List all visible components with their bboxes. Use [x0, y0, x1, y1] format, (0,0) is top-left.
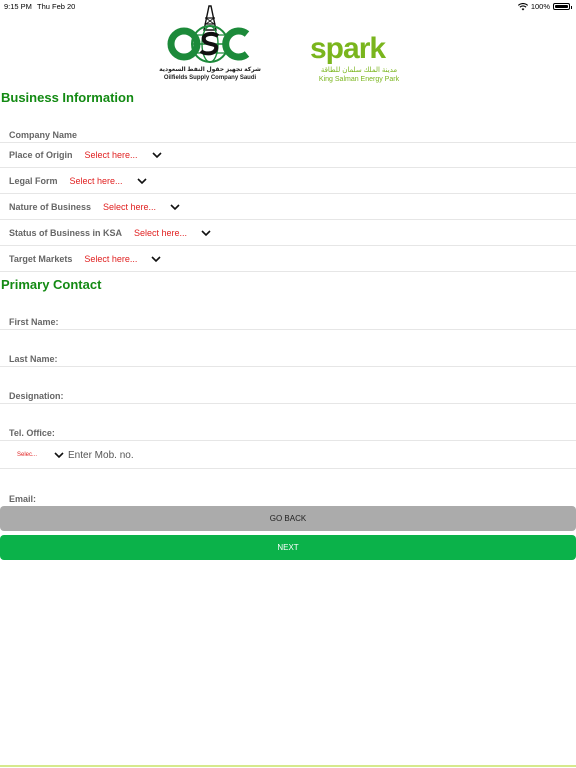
spark-wordmark: spark [310, 32, 386, 65]
status-of-business-label: Status of Business in KSA [9, 227, 123, 238]
nature-of-business-label: Nature of Business [9, 201, 92, 212]
spark-arabic-caption: مدينة الملك سلمان للطاقة [320, 67, 398, 74]
status-of-business-row[interactable]: Status of Business in KSA Select here... [0, 220, 576, 246]
first-name-field[interactable]: First Name: [0, 314, 576, 330]
chevron-down-icon[interactable] [201, 229, 211, 237]
place-of-origin-row[interactable]: Place of Origin Select here... [0, 142, 576, 168]
chevron-down-icon[interactable] [170, 203, 180, 211]
place-of-origin-select[interactable]: Select here... [85, 150, 138, 160]
legal-form-row[interactable]: Legal Form Select here... [0, 168, 576, 194]
chevron-down-icon[interactable] [151, 151, 162, 159]
header-logos: شركة تجهيز حقول النفط السعودية Oilfields… [0, 4, 576, 86]
designation-label: Designation: [9, 391, 64, 401]
spark-english-caption: King Salman Energy Park [318, 76, 400, 83]
legal-form-select[interactable]: Select here... [70, 176, 123, 186]
chevron-down-icon[interactable] [151, 255, 161, 263]
target-markets-label: Target Markets [9, 253, 73, 264]
mobile-number-input[interactable]: Enter Mob. no. [68, 450, 134, 461]
osc-english-caption: Oilfields Supply Company Saudi [163, 75, 257, 81]
country-code-select[interactable]: Selec... [17, 452, 37, 458]
mobile-number-row[interactable]: Selec... Enter Mob. no. [0, 443, 576, 469]
spark-logo: spark [310, 32, 387, 65]
tel-office-field[interactable]: Tel. Office: [0, 425, 576, 441]
target-markets-select[interactable]: Select here... [84, 254, 137, 264]
bottom-divider [0, 765, 576, 767]
company-name-label: Company Name [9, 130, 78, 140]
status-of-business-select[interactable]: Select here... [134, 228, 187, 238]
chevron-down-icon[interactable] [136, 177, 147, 185]
last-name-label: Last Name: [9, 354, 58, 364]
company-name-field[interactable]: Company Name [0, 127, 576, 143]
first-name-label: First Name: [9, 317, 59, 327]
primary-contact-heading: Primary Contact [1, 277, 102, 292]
go-back-button[interactable]: GO BACK [0, 506, 576, 531]
nature-of-business-row[interactable]: Nature of Business Select here... [0, 194, 576, 220]
osc-arabic-caption: شركة تجهيز حقول النفط السعودية [159, 67, 261, 73]
email-label: Email: [9, 494, 37, 504]
email-field[interactable]: Email: [0, 491, 576, 507]
place-of-origin-label: Place of Origin [9, 149, 73, 160]
last-name-field[interactable]: Last Name: [0, 351, 576, 367]
tel-office-label: Tel. Office: [9, 428, 55, 438]
legal-form-label: Legal Form [9, 175, 58, 186]
target-markets-row[interactable]: Target Markets Select here... [0, 246, 576, 272]
next-button[interactable]: NEXT [0, 535, 576, 560]
nature-of-business-select[interactable]: Select here... [103, 202, 156, 212]
business-information-heading: Business Information [1, 90, 134, 105]
designation-field[interactable]: Designation: [0, 388, 576, 404]
chevron-down-icon[interactable] [54, 451, 64, 459]
